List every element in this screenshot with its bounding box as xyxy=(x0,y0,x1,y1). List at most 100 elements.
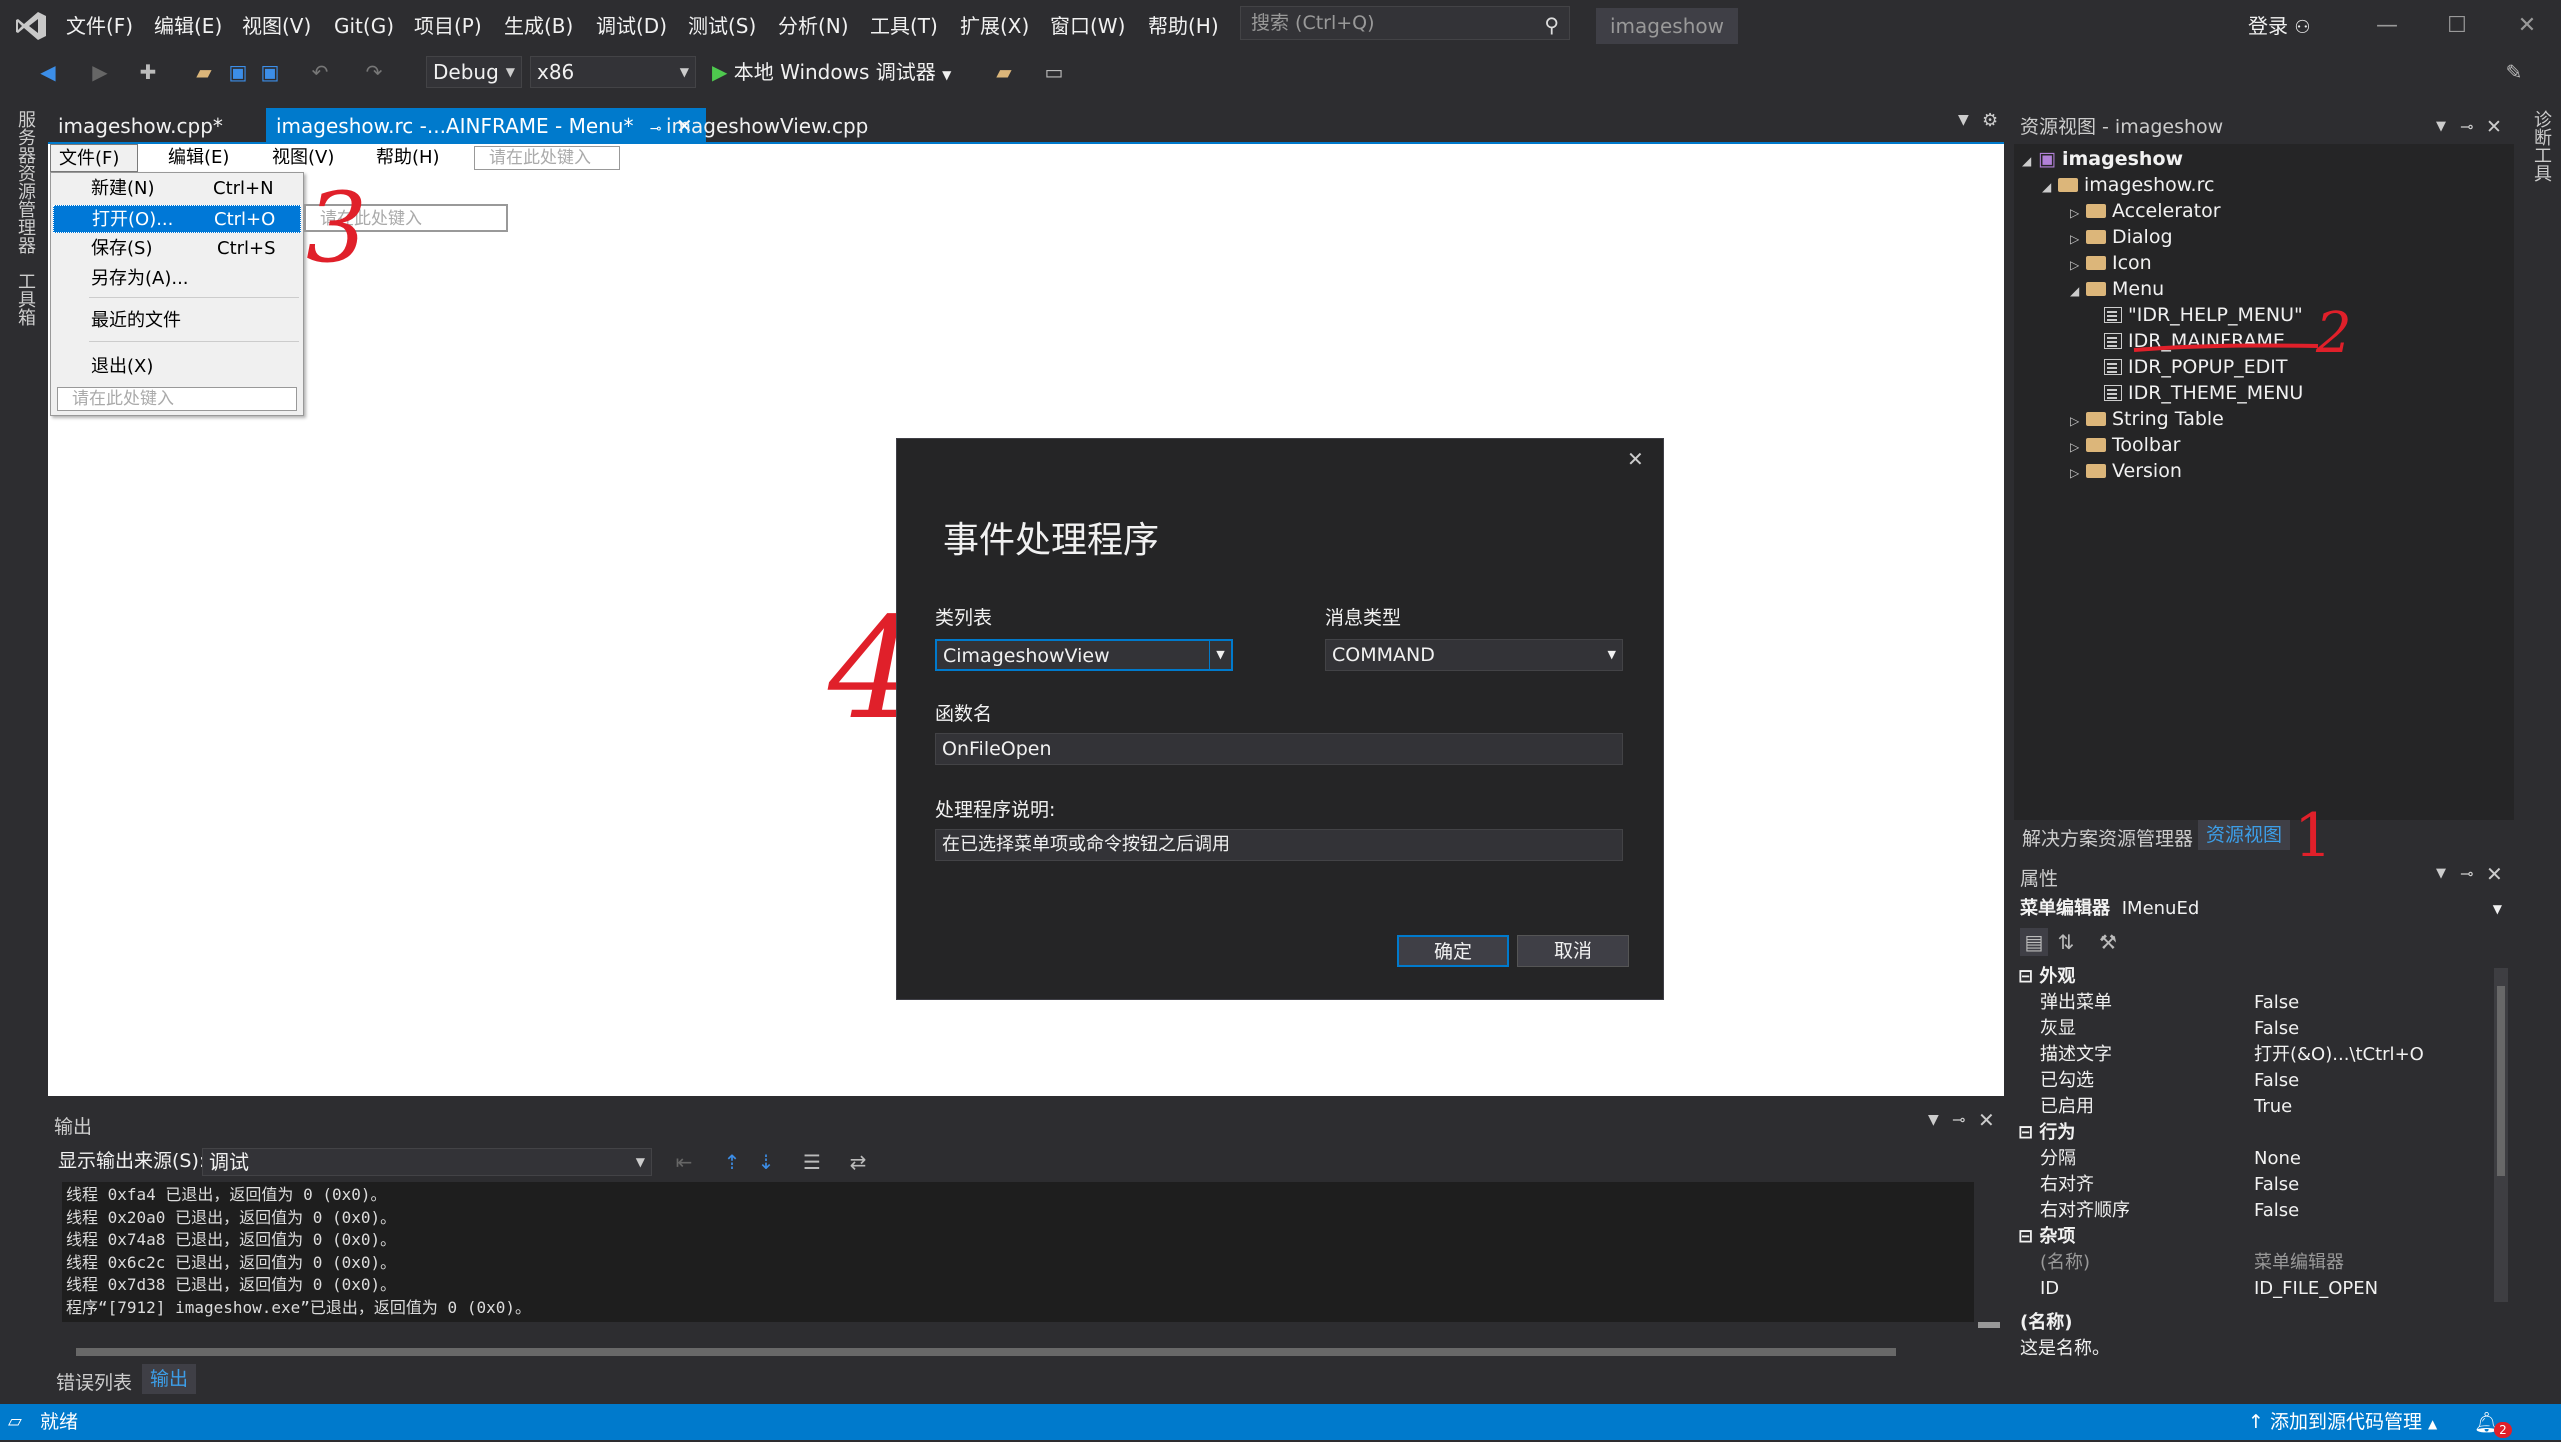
pin-icon[interactable]: ⊸ xyxy=(2460,110,2473,144)
func-name-input[interactable]: OnFileOpen xyxy=(935,733,1623,765)
tree-rc[interactable]: ◢ imageshow.rc xyxy=(2042,172,2214,198)
category-misc[interactable]: ⊟ 杂项 xyxy=(2018,1224,2075,1250)
menu-edit[interactable]: 编辑(E) xyxy=(146,0,230,52)
dialog-close-button[interactable]: ✕ xyxy=(1627,447,1644,471)
tab-resource-view[interactable]: 资源视图 xyxy=(2198,820,2291,850)
categorized-icon[interactable]: ▤ xyxy=(2020,928,2048,956)
prop-value[interactable]: False xyxy=(2254,990,2299,1016)
menu-item-recent[interactable]: 最近的文件 xyxy=(53,307,301,335)
prop-value[interactable]: ID_FILE_OPEN xyxy=(2254,1276,2378,1302)
prop-row[interactable]: 已启用 True xyxy=(2014,1094,2484,1120)
tree-root[interactable]: ◢ ▣ imageshow xyxy=(2022,146,2183,172)
category-appearance[interactable]: ⊟ 外观 xyxy=(2018,964,2075,990)
config-select[interactable]: Debug ▼ xyxy=(426,56,522,88)
tab-imageshow-cpp[interactable]: imageshow.cpp* xyxy=(48,108,233,144)
tab-overflow-icon[interactable]: ▼ xyxy=(1958,112,1969,128)
prop-row[interactable]: 右对齐 False xyxy=(2014,1172,2484,1198)
wrench-icon[interactable]: ⚒ xyxy=(2094,928,2122,956)
prop-value[interactable]: False xyxy=(2254,1068,2299,1094)
redo-icon[interactable]: ↷ xyxy=(360,58,388,86)
menu-item-save[interactable]: 保存(S) Ctrl+S xyxy=(53,235,301,263)
search-input[interactable]: 搜索 (Ctrl+Q) ⚲ xyxy=(1240,6,1570,40)
menu-editor-view[interactable]: 视图(V) xyxy=(264,144,342,172)
menu-item-open[interactable]: 打开(O)... Ctrl+O xyxy=(53,205,301,233)
menu-editor-help[interactable]: 帮助(H) xyxy=(368,144,448,172)
chevron-down-icon[interactable]: ▼ xyxy=(2436,110,2446,144)
tree-icon[interactable]: ▷ Icon xyxy=(2070,250,2152,276)
tab-error-list[interactable]: 错误列表 xyxy=(56,1368,132,1395)
prop-row[interactable]: (名称) 菜单编辑器 xyxy=(2014,1250,2484,1276)
menu-extensions[interactable]: 扩展(X) xyxy=(952,0,1037,52)
menu-build[interactable]: 生成(B) xyxy=(496,0,581,52)
menu-file[interactable]: 文件(F) xyxy=(58,0,141,52)
tab-output[interactable]: 输出 xyxy=(142,1364,197,1394)
toolbox-tab[interactable]: 工具箱 xyxy=(12,272,38,326)
server-explorer-tab[interactable]: 服务器资源管理器 xyxy=(12,110,38,254)
prop-row[interactable]: 描述文字 打开(&O)...\tCtrl+O xyxy=(2014,1042,2484,1068)
scrollbar-thumb[interactable] xyxy=(2497,986,2505,1176)
minimize-button[interactable]: — xyxy=(2352,0,2422,52)
category-behavior[interactable]: ⊟ 行为 xyxy=(2018,1120,2075,1146)
properties-object-select[interactable]: 菜单编辑器 IMenuEd ▼ xyxy=(2020,896,2508,922)
class-list-select[interactable]: CimageshowView ▼ xyxy=(935,639,1233,671)
prop-row[interactable]: 弹出菜单 False xyxy=(2014,990,2484,1016)
platform-select[interactable]: x86 ▼ xyxy=(530,56,696,88)
tree-toolbar[interactable]: ▷ Toolbar xyxy=(2070,432,2180,458)
output-hscrollbar[interactable] xyxy=(62,1342,1974,1362)
prop-value[interactable]: False xyxy=(2254,1016,2299,1042)
tree-accelerator[interactable]: ▷ Accelerator xyxy=(2070,198,2221,224)
tab-imageshow-rc[interactable]: imageshow.rc -...AINFRAME - Menu* ⊸ ✕ xyxy=(266,108,706,144)
save-icon[interactable]: ▣ xyxy=(224,58,252,86)
pin-icon[interactable]: ✎ xyxy=(2500,58,2528,86)
prop-row[interactable]: 右对齐顺序 False xyxy=(2014,1198,2484,1224)
folder-icon[interactable]: ▰ xyxy=(990,58,1018,86)
pin-icon[interactable]: ⊸ xyxy=(2460,864,2473,883)
menu-item-new[interactable]: 新建(N) Ctrl+N xyxy=(53,175,301,203)
tree-string-table[interactable]: ▷ String Table xyxy=(2070,406,2224,432)
pin-icon[interactable]: ⊸ xyxy=(1952,1110,1965,1129)
properties-scrollbar[interactable] xyxy=(2494,968,2508,1302)
prev-message-icon[interactable]: ⇡ xyxy=(718,1148,746,1176)
close-icon[interactable]: ✕ xyxy=(2486,862,2503,886)
cancel-button[interactable]: 取消 xyxy=(1517,935,1629,967)
menu-item-exit[interactable]: 退出(X) xyxy=(53,353,301,381)
msg-type-select[interactable]: COMMAND ▼ xyxy=(1325,639,1623,671)
prop-row[interactable]: 灰显 False xyxy=(2014,1016,2484,1042)
prop-row[interactable]: 分隔 None xyxy=(2014,1146,2484,1172)
menu-window[interactable]: 窗口(W) xyxy=(1042,0,1133,52)
menu-test[interactable]: 测试(S) xyxy=(680,0,764,52)
chevron-down-icon[interactable]: ▼ xyxy=(1928,1112,1939,1128)
prop-value[interactable]: None xyxy=(2254,1146,2301,1172)
scrollbar-thumb[interactable] xyxy=(1978,1322,2000,1328)
output-vscrollbar[interactable] xyxy=(1974,1182,2004,1344)
prop-value[interactable]: True xyxy=(2254,1094,2292,1120)
tab-imageshowview-cpp[interactable]: imageshowView.cpp xyxy=(656,108,878,144)
add-to-source-control-button[interactable]: ↑ 添加到源代码管理 ▲ xyxy=(2248,1404,2437,1442)
output-source-select[interactable]: 调试 ▼ xyxy=(202,1148,652,1176)
gear-icon[interactable]: ⚙ xyxy=(1982,110,1998,131)
next-message-icon[interactable]: ⇣ xyxy=(752,1148,780,1176)
prop-value[interactable]: False xyxy=(2254,1172,2299,1198)
new-project-icon[interactable]: ✚ xyxy=(134,58,162,86)
menu-git[interactable]: Git(G) xyxy=(326,0,402,52)
tab-solution-explorer[interactable]: 解决方案资源管理器 xyxy=(2022,824,2193,851)
close-window-button[interactable]: ✕ xyxy=(2492,0,2561,52)
back-icon[interactable]: ◀ xyxy=(34,58,62,86)
prop-row[interactable]: 已勾选 False xyxy=(2014,1068,2484,1094)
chevron-down-icon[interactable]: ▼ xyxy=(2436,866,2446,881)
save-all-icon[interactable]: ▣ xyxy=(256,58,284,86)
find-message-icon[interactable]: ⇤ xyxy=(670,1148,698,1176)
menu-help[interactable]: 帮助(H) xyxy=(1140,0,1227,52)
tree-menu[interactable]: ◢ Menu xyxy=(2070,276,2164,302)
menu-item-save-as[interactable]: 另存为(A)... xyxy=(53,265,301,293)
prop-row[interactable]: ID ID_FILE_OPEN xyxy=(2014,1276,2484,1302)
menu-debug[interactable]: 调试(D) xyxy=(588,0,675,52)
login-button[interactable]: 登录 ⚇ xyxy=(2248,0,2311,52)
menu-analyze[interactable]: 分析(N) xyxy=(770,0,857,52)
forward-icon[interactable]: ▶ xyxy=(86,58,114,86)
ok-button[interactable]: 确定 xyxy=(1397,935,1509,967)
scrollbar-thumb[interactable] xyxy=(76,1348,1896,1356)
close-icon[interactable]: ✕ xyxy=(1978,1108,1995,1132)
clear-all-icon[interactable]: ☰ xyxy=(798,1148,826,1176)
word-wrap-icon[interactable]: ⇄ xyxy=(844,1148,872,1176)
